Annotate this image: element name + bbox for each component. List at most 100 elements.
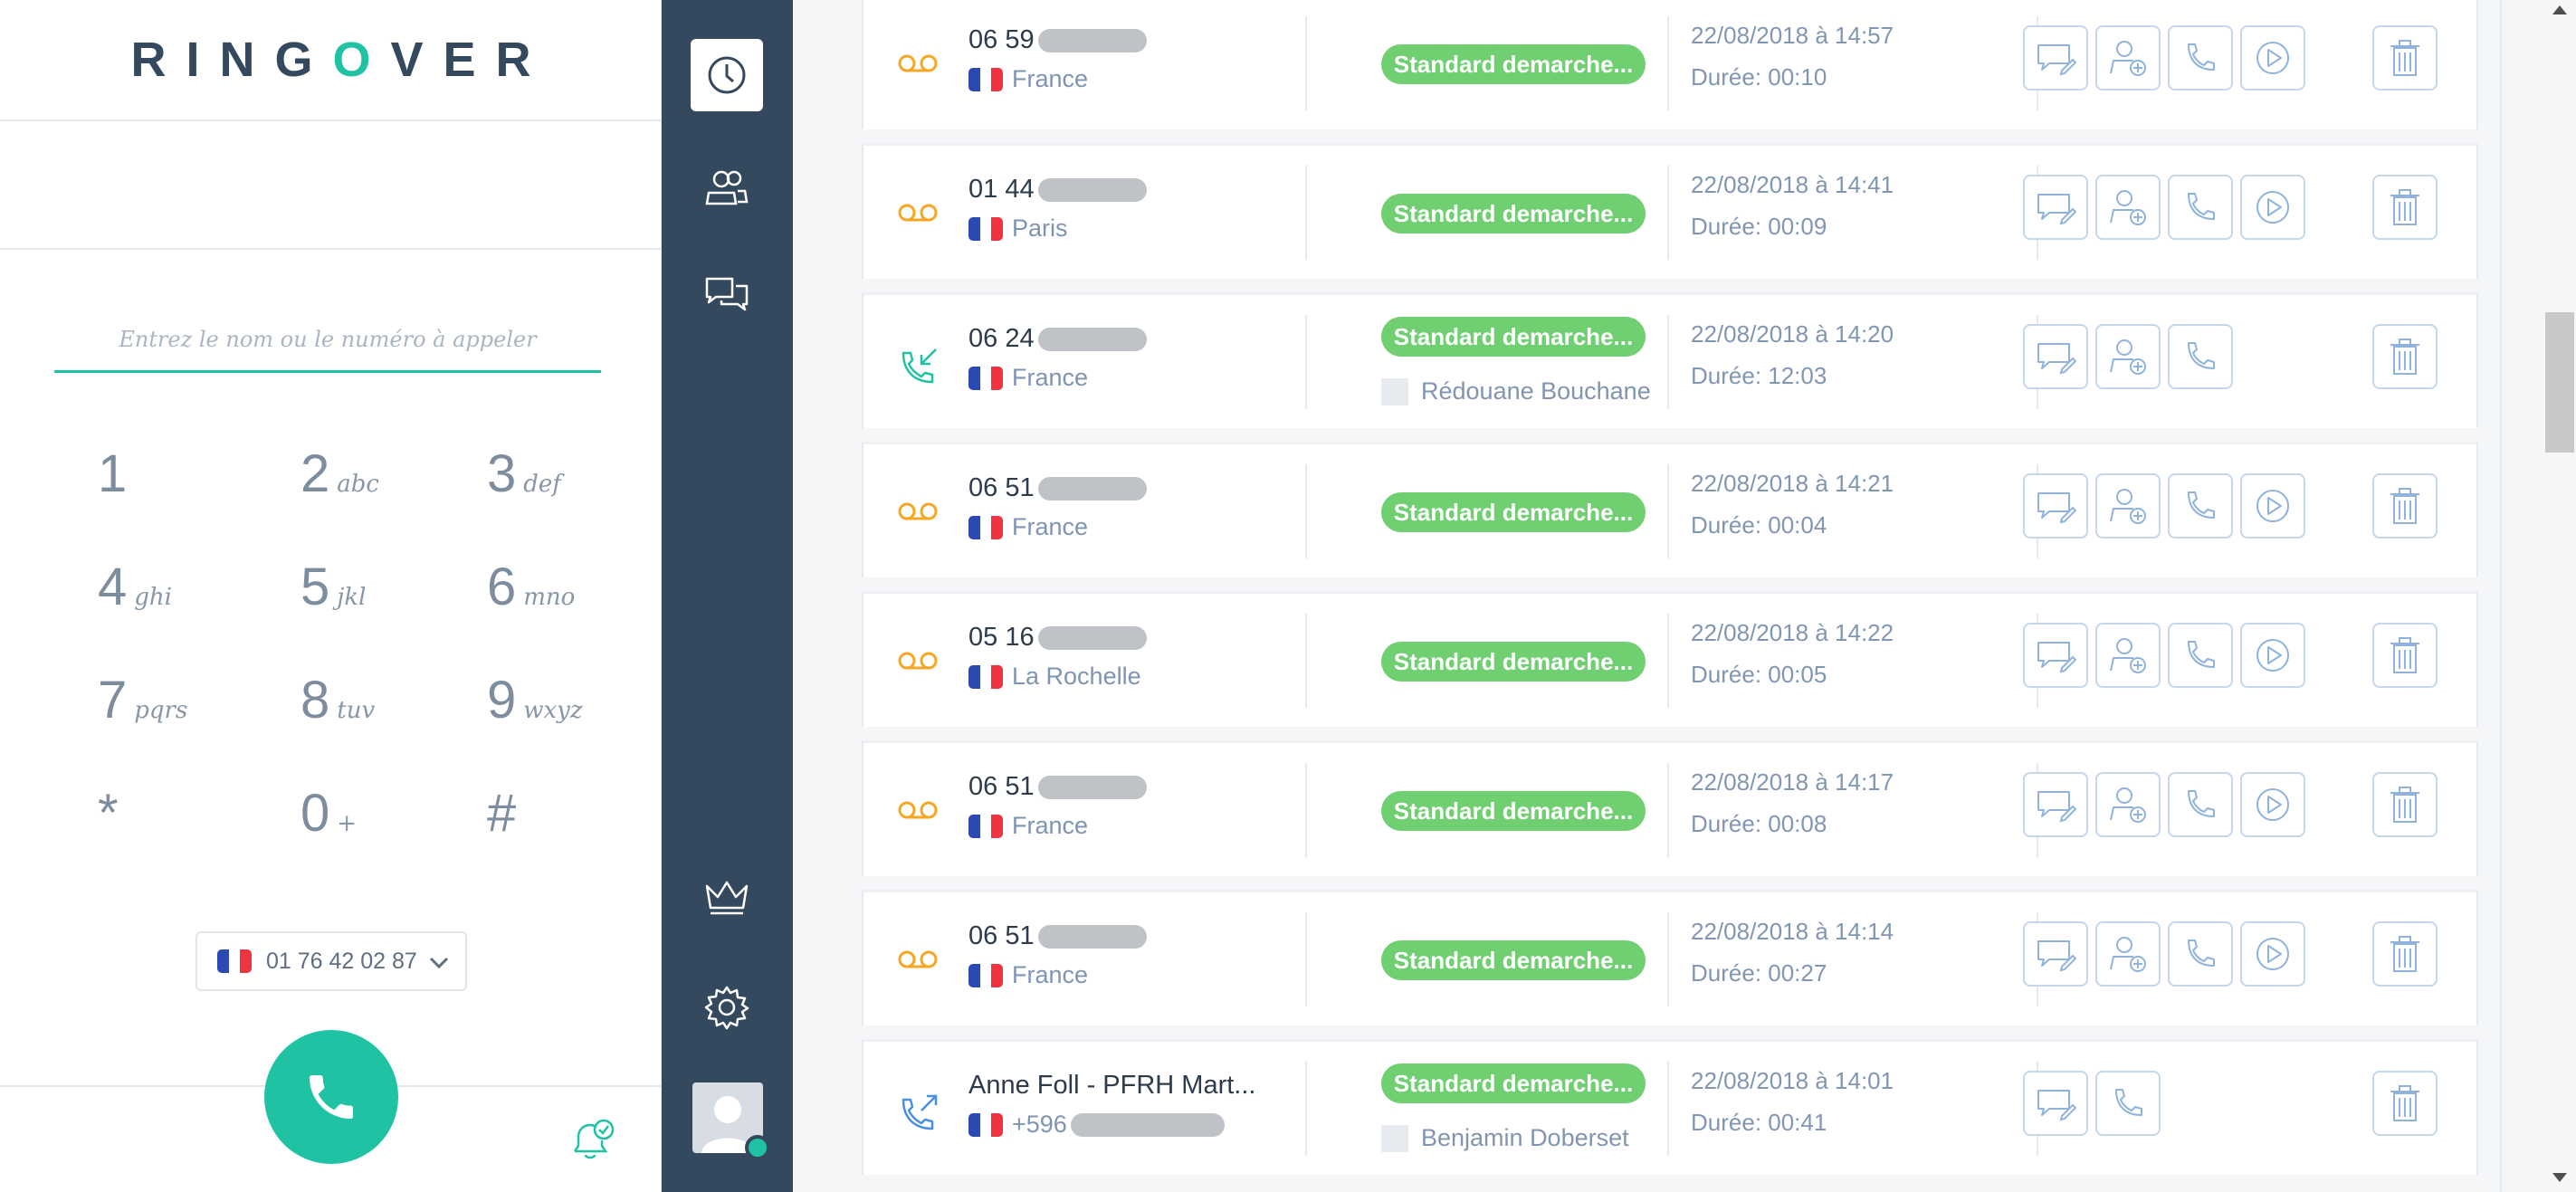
call-button[interactable] xyxy=(2168,25,2233,91)
ivr-badge[interactable]: Standard demarche... xyxy=(1381,194,1646,234)
ivr-badge[interactable]: Standard demarche... xyxy=(1381,1063,1646,1103)
call-date: 22/08/2018 à 14:57 xyxy=(1691,22,1894,49)
ivr-badge[interactable]: Standard demarche... xyxy=(1381,317,1646,357)
caller-location: France xyxy=(968,364,1088,392)
call-button[interactable] xyxy=(2168,473,2233,539)
call-icon xyxy=(2109,1084,2147,1122)
comment-button[interactable] xyxy=(2023,473,2088,539)
redacted-number xyxy=(1037,28,1147,52)
ivr-badge[interactable]: Standard demarche... xyxy=(1381,642,1646,682)
key-3[interactable]: 3 def xyxy=(487,443,668,525)
caller-location: La Rochelle xyxy=(968,663,1141,691)
key-8[interactable]: 8 tuv xyxy=(301,670,482,751)
agent-avatar-icon xyxy=(1381,1124,1408,1152)
key-hash[interactable]: # xyxy=(487,783,668,864)
scroll-down-arrow[interactable] xyxy=(2552,1173,2567,1182)
call-button[interactable] xyxy=(2095,1071,2161,1136)
play-button[interactable] xyxy=(2240,25,2305,91)
add-contact-button[interactable] xyxy=(2095,921,2161,987)
comment-button[interactable] xyxy=(2023,324,2088,389)
play-button[interactable] xyxy=(2240,175,2305,240)
add-contact-button[interactable] xyxy=(2095,25,2161,91)
nav-upgrade[interactable] xyxy=(691,860,763,932)
comment-button[interactable] xyxy=(2023,175,2088,240)
call-button[interactable] xyxy=(2168,175,2233,240)
ivr-badge[interactable]: Standard demarche... xyxy=(1381,44,1646,84)
key-7[interactable]: 7 pqrs xyxy=(98,670,279,751)
call-row[interactable]: 06 24 France Standard demarche... Rédouane … xyxy=(862,292,2478,428)
play-button[interactable] xyxy=(2240,772,2305,837)
key-5[interactable]: 5 jkl xyxy=(301,557,482,638)
play-button[interactable] xyxy=(2240,473,2305,539)
delete-button[interactable] xyxy=(2372,25,2438,91)
call-button[interactable] xyxy=(2168,772,2233,837)
key-2[interactable]: 2 abc xyxy=(301,443,482,525)
key-4[interactable]: 4 ghi xyxy=(98,557,279,638)
scroll-up-arrow[interactable] xyxy=(2552,5,2567,14)
nav-settings[interactable] xyxy=(691,971,763,1044)
add-contact-button[interactable] xyxy=(2095,473,2161,539)
call-button[interactable] xyxy=(2168,623,2233,688)
key-star[interactable]: * xyxy=(98,783,279,864)
call-row[interactable]: 05 16 La Rochelle Standard demarche... 22/0… xyxy=(862,591,2478,727)
comment-button[interactable] xyxy=(2023,1071,2088,1136)
caller-number-text: 06 51 xyxy=(968,921,1035,950)
comment-button[interactable] xyxy=(2023,623,2088,688)
call-duration: Durée: 00:10 xyxy=(1691,63,1827,91)
delete-button[interactable] xyxy=(2372,772,2438,837)
delete-button[interactable] xyxy=(2372,473,2438,539)
play-icon xyxy=(2253,38,2293,78)
delete-button[interactable] xyxy=(2372,175,2438,240)
column-divider xyxy=(1667,166,1669,260)
call-row[interactable]: 01 44 Paris Standard demarche... 22/08/2018… xyxy=(862,143,2478,279)
add-contact-button[interactable] xyxy=(2095,324,2161,389)
add-contact-button[interactable] xyxy=(2095,175,2161,240)
call-row[interactable]: 06 51 France Standard demarche... 22/08/201… xyxy=(862,890,2478,1025)
call-button[interactable] xyxy=(2168,921,2233,987)
call-button[interactable] xyxy=(264,1030,398,1164)
call-row[interactable]: 06 59 France Standard demarche... 22/08/201… xyxy=(862,0,2478,129)
list-border xyxy=(2500,0,2502,1192)
comment-icon xyxy=(2035,40,2076,76)
notification-bell-icon[interactable] xyxy=(566,1113,618,1166)
delete-button[interactable] xyxy=(2372,1071,2438,1136)
ivr-badge[interactable]: Standard demarche... xyxy=(1381,791,1646,831)
scrollbar-thumb[interactable] xyxy=(2545,312,2574,453)
play-button[interactable] xyxy=(2240,921,2305,987)
ivr-badge[interactable]: Standard demarche... xyxy=(1381,940,1646,980)
agent-name: Rédouane Bouchane xyxy=(1421,377,1651,405)
dial-input[interactable] xyxy=(54,308,601,373)
call-date: 22/08/2018 à 14:14 xyxy=(1691,918,1894,945)
comment-button[interactable] xyxy=(2023,25,2088,91)
comment-button[interactable] xyxy=(2023,921,2088,987)
add-contact-button[interactable] xyxy=(2095,772,2161,837)
nav-history[interactable] xyxy=(691,39,763,111)
france-flag-icon xyxy=(968,67,1003,91)
nav-contacts[interactable] xyxy=(691,152,763,224)
trash-icon xyxy=(2387,1082,2423,1124)
add-contact-button[interactable] xyxy=(2095,623,2161,688)
delete-button[interactable] xyxy=(2372,921,2438,987)
caller-number: 06 51 xyxy=(968,473,1147,503)
play-button[interactable] xyxy=(2240,623,2305,688)
france-flag-icon xyxy=(968,216,1003,241)
nav-chat[interactable] xyxy=(691,258,763,330)
delete-button[interactable] xyxy=(2372,324,2438,389)
key-9[interactable]: 9 wxyz xyxy=(487,670,668,751)
france-flag-icon xyxy=(217,949,252,973)
trash-icon xyxy=(2387,784,2423,825)
call-row[interactable]: 06 51 France Standard demarche... 22/08/201… xyxy=(862,740,2478,876)
key-letters: wxyz xyxy=(523,697,583,724)
delete-button[interactable] xyxy=(2372,623,2438,688)
call-duration: Durée: 00:04 xyxy=(1691,511,1827,539)
outgoing-line-select[interactable]: 01 76 42 02 87 xyxy=(196,931,467,991)
comment-button[interactable] xyxy=(2023,772,2088,837)
key-6[interactable]: 6 mno xyxy=(487,557,668,638)
add-contact-icon xyxy=(2107,933,2149,975)
key-0[interactable]: 0 + xyxy=(301,783,482,864)
call-button[interactable] xyxy=(2168,324,2233,389)
ivr-badge[interactable]: Standard demarche... xyxy=(1381,492,1646,532)
call-row[interactable]: 06 51 France Standard demarche... 22/08/201… xyxy=(862,442,2478,577)
key-1[interactable]: 1 xyxy=(98,443,279,525)
call-row[interactable]: Anne Foll - PFRH Mart... +596 Standard dem… xyxy=(862,1039,2478,1175)
